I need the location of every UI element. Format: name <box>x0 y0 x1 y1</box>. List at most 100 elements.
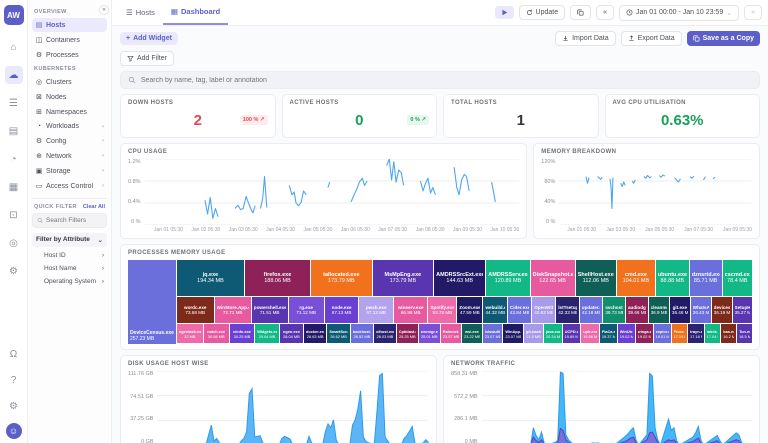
treemap-cell-ngen.exe[interactable]: ngen.exe 28.04 MB <box>279 324 303 343</box>
treemap-cell-git-bash.exe[interactable]: git-bash.exe21.5 MB <box>524 324 543 343</box>
sidebar-item-containers[interactable]: ◫ Containers <box>32 33 107 47</box>
treemap-cell-devicese.exe[interactable]: devicese.exe36.19 MB <box>711 297 732 323</box>
sidebar-item-namespaces[interactable]: ⊞ Namespaces <box>32 105 107 119</box>
treemap-cell-pwsh.exe[interactable]: pwsh.exe 67.13 MB <box>359 297 393 323</box>
treemap-cell-AMDRSSrcExt.exe[interactable]: AMDRSSrcExt.exe 144.63 MB <box>434 260 486 296</box>
copy-dashboard-button[interactable] <box>570 5 592 20</box>
treemap-cell-backhost.exe[interactable]: backhost.exe26.52 MB <box>350 324 374 343</box>
sidebar-item-access-control[interactable]: ▭ Access Control › <box>32 179 107 193</box>
home-icon[interactable]: ⌂ <box>5 38 23 56</box>
date-range-back-button[interactable]: « <box>596 5 615 20</box>
treemap-cell-dznsrtd.exe[interactable]: dznsrtd.exe 85.71 MB <box>689 260 722 296</box>
treemap-cell-ubuntu.exe[interactable]: ubuntu.exe 88.88 MB <box>655 260 689 296</box>
treemap-cell-explor.exe[interactable]: explor.exe19.01 MB <box>653 324 671 343</box>
treemap-cell-svchost.exe[interactable]: svchost.exe39.73 MB <box>603 297 625 323</box>
bot-icon[interactable]: ⊡ <box>5 206 23 224</box>
treemap-cell-cscmd.exe[interactable]: cscmd.exe 78.4 MB <box>722 260 752 296</box>
treemap-cell-lxlswutil.exe[interactable]: lxlswutil.exe23.07 MB <box>482 324 503 343</box>
treemap-cell-Cider.exe[interactable]: Cider.exe 43.84 MB <box>507 297 532 323</box>
date-range-selector[interactable]: Jan 01 00:00 - Jan 10 23:59 ⌄ <box>619 4 740 21</box>
treemap-cell-SetupHost.exe[interactable]: SetupHost.exe35.27 MB <box>732 297 752 323</box>
gauge-icon[interactable]: ◎ <box>5 234 23 252</box>
treemap-cell-mlnik.exe[interactable]: mlnik.exe17.04 MB <box>704 324 721 343</box>
attribute-item-host-name[interactable]: Host Name › <box>32 262 107 275</box>
dashboard-grid-icon[interactable]: ▦ <box>5 178 23 196</box>
sidebar-item-processes[interactable]: ⚙ Processes <box>32 48 107 62</box>
treemap-cell-git.exe[interactable]: git.exe36.46 MB <box>669 297 690 323</box>
support-headset-icon[interactable]: Ω <box>5 345 23 363</box>
treemap-cell-bas.exe[interactable]: bas.exe16.2 MB <box>721 324 737 343</box>
gear-icon[interactable]: ⚙ <box>5 262 23 280</box>
treemap-cell-cmd.exe[interactable]: cmd.exe 104.01 MB <box>616 260 655 296</box>
treemap-cell-wsl.exe[interactable]: wsl.exe 23.22 MB <box>462 324 482 343</box>
play-button[interactable] <box>494 6 514 19</box>
treemap-cell-jq.exe[interactable]: jq.exe 194.34 MB <box>176 260 244 296</box>
treemap-cell-cleanmgr.exe[interactable]: cleanmgr.exe36.9 MB <box>648 297 669 323</box>
treemap-cell-java.exe[interactable]: java.exe20.34 MB <box>544 324 562 343</box>
treemap-cell-node.exe[interactable]: node.exe 67.13 MB <box>324 297 359 323</box>
treemap-cell-firefox.exe[interactable]: firefox.exe 188.06 MB <box>244 260 311 296</box>
tab-hosts[interactable]: ☰ Hosts <box>118 0 163 25</box>
add-widget-button[interactable]: + Add Widget <box>120 32 178 45</box>
sidebar-search[interactable] <box>32 213 107 228</box>
dashboard-search-input[interactable] <box>140 76 752 84</box>
treemap-cell-AMDRSServ.exe[interactable]: AMDRSServ.exe 120.89 MB <box>486 260 530 296</box>
treemap-cell-FlaCa.exe[interactable]: FlaCa.exe19.37 MB <box>599 324 617 343</box>
user-avatar[interactable]: ☺ <box>5 423 22 439</box>
treemap-cell-ngentask.exe[interactable]: ngentask.exe32 MB <box>176 324 203 343</box>
sidebar-item-config[interactable]: ⚙ Config › <box>32 134 107 148</box>
import-data-button[interactable]: Import Data <box>555 31 616 46</box>
treemap-cell-OpenWith.exe[interactable]: OpenWith.exe42.63 MB <box>532 297 556 323</box>
treemap-cell-wordc.exe[interactable]: wordc.exe 73.68 MB <box>176 297 214 323</box>
treemap-cell-trayn.exe[interactable]: trayn.exe17.18 MB <box>688 324 704 343</box>
treemap-cell-Picke.exe[interactable]: Picke.exe17.19 MB <box>671 324 688 343</box>
treemap-cell-winga.exe[interactable]: winga.exe19.02 MB <box>635 324 653 343</box>
pie-chart-icon[interactable]: ◔ <box>5 150 23 168</box>
treemap-cell-SmartScn.exe[interactable]: SmartScn.exe26.62 MB <box>327 324 350 343</box>
filter-by-attribute-header[interactable]: Filter by Attribute ⌄ <box>32 233 107 247</box>
treemap-cell-Spotify.exe[interactable]: Spotify.exe 53.78 MB <box>428 297 457 323</box>
treemap-cell-Widgets.exe[interactable]: Widgets.exe29.04 MB <box>255 324 279 343</box>
treemap-cell-powershell.exe[interactable]: powershell.exe 71.51 MB <box>251 297 288 323</box>
tab-dashboard[interactable]: ▦ Dashboard <box>162 0 229 25</box>
treemap-cell-docker.exe[interactable]: docker.exe 26.63 MB <box>303 324 327 343</box>
treemap-cell-uplr.exe[interactable]: uplr.exe19.56 MB <box>581 324 599 343</box>
treemap-cell-UCPD.exe[interactable]: UCPD.exe19.89 MB <box>562 324 581 343</box>
export-data-button[interactable]: Export Data <box>620 31 682 46</box>
sidebar-item-network[interactable]: ⊕ Network › <box>32 149 107 163</box>
treemap-cell-winserv.exe[interactable]: winserv.exe 66.98 MB <box>393 297 428 323</box>
treemap-cell-ShellHost.exe[interactable]: ShellHost.exe 112.06 MB <box>575 260 616 296</box>
update-button[interactable]: Update <box>518 5 566 20</box>
treemap-cell-webuild.exe[interactable]: webuild.exe44.32 MB <box>483 297 507 323</box>
treemap-cell-updater.exe[interactable]: updater.exe42.18 MB <box>579 297 603 323</box>
treemap-cell-WhatsApp.exe[interactable]: WhatsApp.exe36.43 MB <box>690 297 711 323</box>
treemap-cell-Rainmet.exe[interactable]: Rainmet.exe23.57 MB <box>440 324 462 343</box>
sidebar-item-workloads[interactable]: ◔ Workloads › <box>32 120 107 133</box>
clear-all-link[interactable]: Clear All <box>83 204 105 210</box>
help-icon[interactable]: ? <box>5 371 23 389</box>
attribute-item-operating-system[interactable]: Operating System › <box>32 275 107 288</box>
sidebar-item-nodes[interactable]: ⊠ Nodes <box>32 90 107 104</box>
treemap-cell-WinApp.exe[interactable]: WinApp.exe23.07 MB <box>503 324 524 343</box>
treemap-cell-rg.exe[interactable]: rg.exe 71.12 MB <box>288 297 324 323</box>
treemap-cell-Tun.exe[interactable]: Tun.exe16.5 MB <box>737 324 752 343</box>
dashboard-search[interactable] <box>120 71 760 89</box>
list-icon[interactable]: ☰ <box>5 94 23 112</box>
treemap-cell-Cptblast.exe[interactable]: Cptblast.exe25.25 MB <box>396 324 418 343</box>
sidebar-item-hosts[interactable]: ▤ Hosts <box>32 18 107 32</box>
treemap-cell-Zoom.exe[interactable]: Zoom.exe 47.59 MB <box>457 297 483 323</box>
treemap-cell-audiodg.exe[interactable]: audiodg.exe39.66 MB <box>625 297 648 323</box>
save-as-copy-button[interactable]: Save as a Copy <box>686 31 760 46</box>
treemap-cell-lstTsetup.exe[interactable]: lstTsetup.exe42.33 MB <box>556 297 579 323</box>
sidebar-collapse-button[interactable]: « <box>99 5 109 15</box>
add-filter-button[interactable]: Add Filter <box>120 51 174 66</box>
treemap-cell-olhost.exe[interactable]: olhost.exe 26.03 MB <box>374 324 396 343</box>
treemap-cell-WinUtr.exe[interactable]: WinUtr.exe19.02 MB <box>617 324 635 343</box>
treemap-cell-DiskSnapshot.exe[interactable]: DiskSnapshot.exe122.65 MB <box>530 260 575 296</box>
sidebar-search-input[interactable] <box>46 217 102 224</box>
document-icon[interactable]: ▤ <box>5 122 23 140</box>
treemap-cell-DeviceCensus.exe[interactable]: DeviceCensus.exe 257.23 MB <box>128 260 176 344</box>
attribute-item-host-id[interactable]: Host ID › <box>32 249 107 262</box>
sidebar-item-clusters[interactable]: ◎ Clusters <box>32 75 107 89</box>
cloud-workloads-icon[interactable]: ☁ <box>4 66 23 84</box>
